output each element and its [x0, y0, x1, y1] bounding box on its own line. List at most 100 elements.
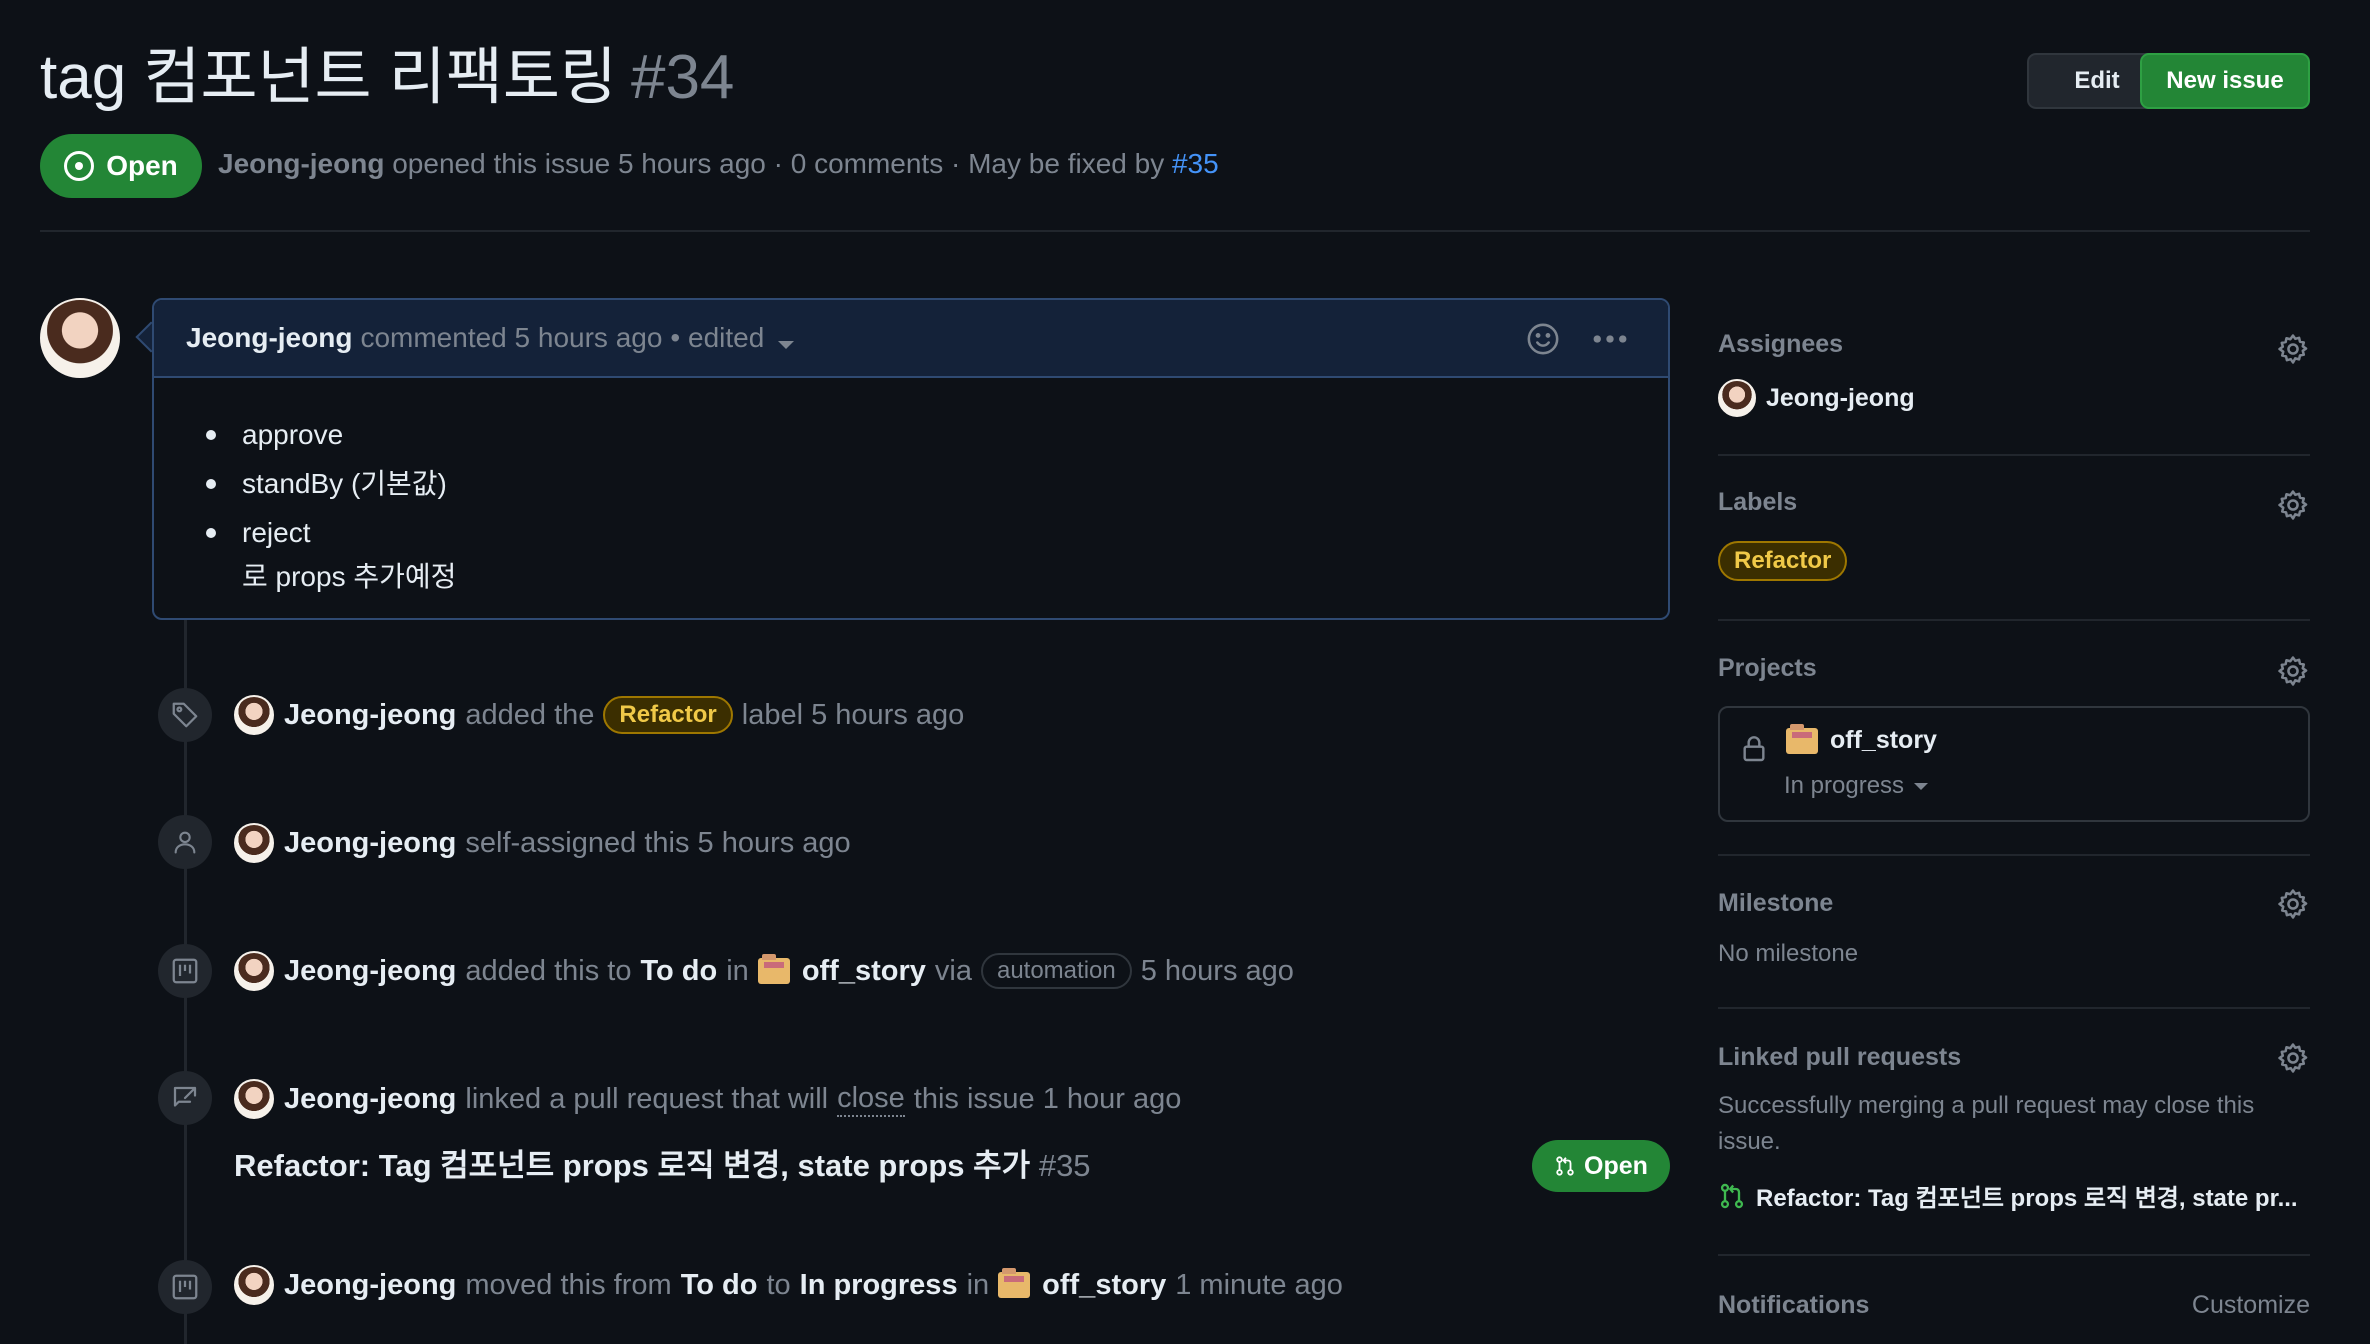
pr-title-text: Refactor: Tag 컴포넌트 props 로직 변경, state pr…	[234, 1148, 1031, 1183]
event-text: linked a pull request that will	[465, 1082, 829, 1115]
folder-icon	[757, 954, 790, 984]
gear-icon[interactable]	[2276, 887, 2310, 921]
header-divider	[40, 230, 2310, 232]
event-text: in	[966, 1268, 990, 1301]
event-time: 1 minute ago	[1175, 1268, 1343, 1301]
list-item: approve	[206, 410, 1668, 459]
project-column: To do	[680, 1268, 758, 1301]
avatar[interactable]	[234, 951, 274, 991]
event-actor-link[interactable]: Jeong-jeong	[284, 1083, 456, 1116]
person-icon	[158, 815, 212, 869]
project-link[interactable]: off_story	[1042, 1269, 1166, 1302]
tag-icon	[158, 688, 212, 742]
sidebar-section-title: Projects	[1718, 654, 1817, 682]
sidebar-section-title: Assignees	[1718, 330, 1844, 358]
project-card: off_story In progress	[1718, 706, 2310, 822]
timeline-project-add-event: Jeong-jeong added this to To do in off_s…	[234, 948, 1294, 994]
close-keyword: close	[837, 1082, 905, 1117]
sidebar-divider	[1718, 854, 2310, 856]
event-text: this issue 1 hour ago	[913, 1082, 1182, 1115]
avatar[interactable]	[234, 1265, 274, 1305]
folder-icon	[1786, 723, 1818, 754]
comment-action: commented 5 hours ago	[360, 322, 663, 353]
comment-edited-label: • edited	[670, 322, 765, 353]
comment-edited-toggle[interactable]: • edited	[670, 322, 795, 354]
lock-icon	[1743, 736, 1765, 762]
gear-icon[interactable]	[2276, 332, 2310, 366]
event-text: added the	[465, 698, 595, 731]
project-link[interactable]: off_story	[1830, 726, 1937, 755]
avatar[interactable]	[234, 1079, 274, 1119]
comment-box: Jeong-jeong commented 5 hours ago • edit…	[152, 298, 1670, 620]
timeline-assign-event: Jeong-jeong self-assigned this 5 hours a…	[234, 820, 851, 866]
comment-author-link[interactable]: Jeong-jeong	[186, 322, 352, 354]
label-badge[interactable]: Refactor	[603, 696, 733, 734]
comment-continuation: 로 props 추가예정	[242, 561, 457, 592]
event-text: in	[726, 954, 749, 987]
sidebar-section-title: Labels	[1718, 488, 1798, 516]
event-text: to	[766, 1268, 791, 1301]
git-pull-request-icon	[1556, 1156, 1574, 1176]
timeline-move-event: Jeong-jeong moved this from To do to In …	[234, 1262, 1343, 1308]
folder-icon	[998, 1268, 1031, 1298]
event-actor-link[interactable]: Jeong-jeong	[284, 955, 456, 988]
project-icon	[158, 944, 212, 998]
pr-number: #35	[1038, 1148, 1091, 1183]
issue-title-text: tag 컴포넌트 리팩토링	[40, 43, 617, 112]
avatar[interactable]	[234, 695, 274, 735]
issue-state-badge: Open	[40, 134, 202, 198]
sidebar-section-title: Milestone	[1718, 889, 1834, 917]
issue-meta-text: opened this issue 5 hours ago · 0 commen…	[392, 148, 1165, 179]
linked-pr-title: Refactor: Tag 컴포넌트 props 로직 변경, state pr…	[1756, 1185, 2298, 1212]
comment-header: Jeong-jeong commented 5 hours ago • edit…	[154, 300, 1668, 378]
issue-author-link[interactable]: Jeong-jeong	[218, 148, 384, 179]
smiley-icon[interactable]	[1526, 322, 1560, 356]
event-text: added this to	[465, 954, 632, 987]
project-column: In progress	[799, 1268, 958, 1301]
gear-icon[interactable]	[2276, 488, 2310, 522]
sidebar-divider	[1718, 619, 2310, 621]
project-status: In progress	[1784, 772, 1905, 799]
event-text: moved this from	[465, 1268, 672, 1301]
timeline-label-event: Jeong-jeong added the Refactor label 5 h…	[234, 692, 964, 738]
assignee-name: Jeong-jeong	[1766, 383, 1915, 412]
gear-icon[interactable]	[2276, 654, 2310, 688]
git-pull-request-icon	[1720, 1183, 1744, 1208]
linked-pr-title[interactable]: Refactor: Tag 컴포넌트 props 로직 변경, state pr…	[234, 1140, 1091, 1185]
sidebar-divider	[1718, 1007, 2310, 1009]
issue-number: #34	[630, 43, 735, 112]
sidebar-assignees: Assignees Jeong-jeong	[1718, 330, 2310, 417]
customize-link[interactable]: Customize	[2192, 1291, 2310, 1320]
avatar[interactable]	[234, 823, 274, 863]
assignee-user[interactable]: Jeong-jeong	[1718, 379, 2310, 417]
event-actor-link[interactable]: Jeong-jeong	[284, 699, 456, 732]
event-text: self-assigned this 5 hours ago	[465, 826, 851, 859]
kebab-horizontal-icon[interactable]	[1590, 322, 1630, 356]
sidebar-labels: Labels Refactor	[1718, 488, 2310, 581]
avatar	[1718, 379, 1756, 417]
event-actor-link[interactable]: Jeong-jeong	[284, 1269, 456, 1302]
timeline-link-event: Jeong-jeong linked a pull request that w…	[234, 1076, 1181, 1122]
comment-body: approve standBy (기본값) reject 로 props 추가예…	[154, 378, 1668, 597]
chevron-down-icon	[1914, 782, 1929, 790]
comment-author-avatar[interactable]	[40, 298, 120, 378]
pr-state-badge: Open	[1532, 1140, 1670, 1192]
list-item: standBy (기본값)	[206, 459, 1668, 508]
gear-icon[interactable]	[2276, 1041, 2310, 1075]
issue-open-icon	[64, 151, 95, 181]
new-issue-button[interactable]: New issue	[2140, 53, 2310, 109]
sidebar-section-title: Linked pull requests	[1718, 1043, 1962, 1071]
sidebar-divider	[1718, 1254, 2310, 1256]
event-actor-link[interactable]: Jeong-jeong	[284, 827, 456, 860]
project-icon	[158, 1260, 212, 1314]
event-time: 5 hours ago	[1140, 954, 1294, 987]
project-status-dropdown[interactable]: In progress	[1784, 772, 1929, 800]
label-badge[interactable]: Refactor	[1718, 541, 1848, 581]
sidebar-projects: Projects	[1718, 654, 2310, 686]
fixed-by-link[interactable]: #35	[1172, 148, 1219, 179]
event-text: via	[934, 954, 972, 987]
linked-pr-item[interactable]: Refactor: Tag 컴포넌트 props 로직 변경, state pr…	[1718, 1178, 2310, 1213]
sidebar-milestone: Milestone No milestone	[1718, 889, 2310, 968]
sidebar-notifications: Notifications Customize	[1718, 1291, 2310, 1320]
project-link[interactable]: off_story	[802, 955, 926, 988]
